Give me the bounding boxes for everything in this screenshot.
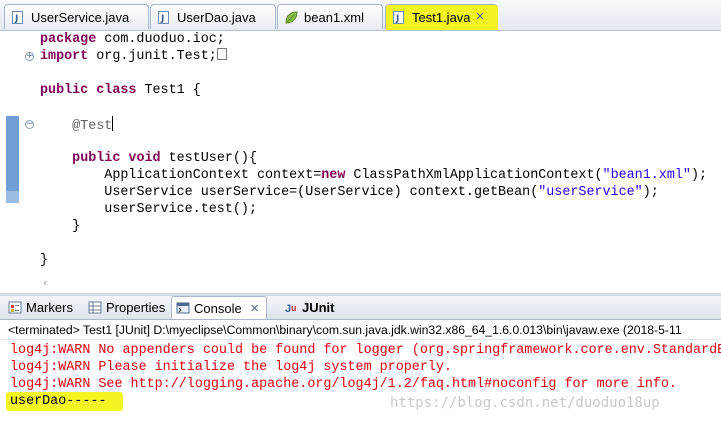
code-line: import org.junit.Test; bbox=[40, 48, 227, 65]
code-line: } bbox=[72, 219, 81, 234]
console-line: log4j:WARN No appenders could be found f… bbox=[10, 343, 721, 358]
tab-label: Console bbox=[194, 301, 242, 316]
tab-console[interactable]: Console ✕ bbox=[171, 296, 267, 319]
tab-label: UserService.java bbox=[31, 10, 130, 25]
view-tab-bar: Markers Properties Console ✕ J u JUnit bbox=[0, 296, 721, 320]
console-line: log4j:WARN Please initialize the log4j s… bbox=[10, 360, 452, 375]
close-icon[interactable]: ✕ bbox=[474, 11, 486, 23]
tab-bean1-xml[interactable]: bean1.xml bbox=[277, 4, 383, 29]
tab-userdao-java[interactable]: UserDao.java bbox=[150, 4, 276, 32]
console-process-header: <terminated> Test1 [JUnit] D:\myeclipse\… bbox=[0, 320, 721, 340]
tab-label: Markers bbox=[26, 300, 73, 315]
properties-icon bbox=[88, 301, 102, 314]
tab-junit[interactable]: J u JUnit bbox=[280, 296, 350, 319]
java-file-icon bbox=[393, 7, 404, 32]
code-line: UserService userService=(UserService) co… bbox=[104, 185, 659, 200]
code-editor[interactable]: + − package com.duoduo.ioc; import org.j… bbox=[0, 31, 721, 293]
editor-tab-bar: UserService.java UserDao.java bean1.xml … bbox=[0, 0, 721, 32]
console-line: log4j:WARN See http://logging.apache.org… bbox=[10, 377, 677, 392]
console-icon bbox=[176, 302, 190, 314]
tab-label: Properties bbox=[106, 300, 166, 315]
code-line: public class Test1 { bbox=[40, 83, 201, 98]
tab-label: UserDao.java bbox=[177, 10, 256, 25]
console-line: userDao----- bbox=[10, 394, 107, 409]
tab-label: Test1.java bbox=[412, 10, 471, 25]
tab-test1-java[interactable]: Test1.java ✕ bbox=[385, 4, 498, 32]
code-line: package com.duoduo.ioc; bbox=[40, 32, 225, 47]
tab-userservice-java[interactable]: UserService.java bbox=[4, 4, 149, 32]
tab-label: JUnit bbox=[302, 300, 335, 315]
quick-diff-bar bbox=[6, 116, 19, 191]
scroll-left-icon[interactable]: ‹ bbox=[43, 276, 47, 289]
folded-imports-box[interactable] bbox=[216, 48, 227, 60]
code-line: ApplicationContext context=new ClassPath… bbox=[104, 168, 708, 183]
text-cursor bbox=[112, 116, 114, 131]
java-file-icon bbox=[12, 7, 23, 32]
quick-diff-bar bbox=[6, 191, 19, 203]
tab-properties[interactable]: Properties bbox=[84, 296, 170, 319]
java-file-icon bbox=[158, 7, 169, 32]
console-output[interactable]: log4j:WARN No appenders could be found f… bbox=[0, 340, 721, 426]
close-icon[interactable]: ✕ bbox=[250, 297, 259, 320]
code-line: } bbox=[40, 253, 49, 268]
tab-markers[interactable]: Markers bbox=[4, 296, 82, 319]
svg-text:u: u bbox=[291, 303, 297, 313]
code-line: @Test bbox=[40, 116, 114, 134]
tab-label: bean1.xml bbox=[304, 10, 364, 25]
expand-icon[interactable]: + bbox=[25, 52, 34, 61]
xml-file-icon bbox=[285, 11, 298, 24]
watermark: https://blog.csdn.net/duoduo18up bbox=[390, 395, 660, 411]
markers-icon bbox=[8, 301, 22, 314]
collapse-icon[interactable]: − bbox=[25, 120, 34, 129]
junit-icon: J u bbox=[285, 303, 297, 314]
code-line: public void testUser(){ bbox=[72, 151, 258, 166]
horizontal-scrollbar[interactable]: ‹ bbox=[33, 275, 721, 291]
code-line: userService.test(); bbox=[104, 202, 257, 217]
